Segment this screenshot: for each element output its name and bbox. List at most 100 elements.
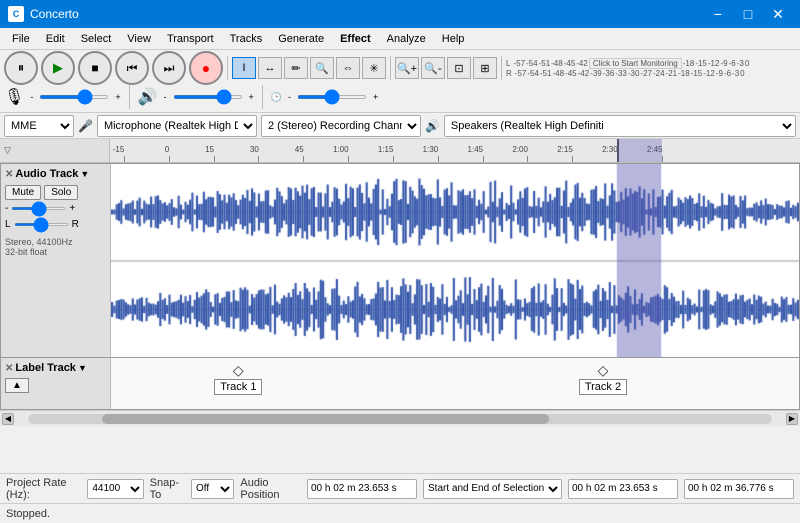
tool-timeshift[interactable]: ⇔ <box>336 57 360 79</box>
pan-r-label: R <box>72 219 79 230</box>
speed-minus: - <box>288 92 291 102</box>
monitoring-panel: L -57-54-51-48-45-42 Click to Start Moni… <box>506 58 796 78</box>
playback-plus: + <box>249 92 254 102</box>
label-track-title: Label Track <box>15 362 76 374</box>
selection-start-input[interactable] <box>568 479 678 499</box>
menu-effect[interactable]: Effect <box>332 31 379 47</box>
mic-device-icon: 🎤 <box>78 119 93 133</box>
audio-track: ✕ Audio Track ▼ Mute Solo - + L R <box>0 163 800 358</box>
record-button[interactable]: ● <box>189 51 223 85</box>
menu-analyze[interactable]: Analyze <box>379 31 434 47</box>
scroll-left-arrow[interactable]: ◀ <box>2 413 14 425</box>
menu-file[interactable]: File <box>4 31 38 47</box>
track-pan-slider[interactable] <box>14 223 69 226</box>
label-marker[interactable]: ◇ Track 2 <box>579 362 627 395</box>
ruler-tick: 0 <box>169 156 170 162</box>
ruler-tick: 1:30 <box>438 156 439 162</box>
play-button[interactable]: ▶ <box>41 51 75 85</box>
selection-type-select[interactable]: Start and End of Selection <box>423 479 562 499</box>
audio-position-input[interactable] <box>307 479 417 499</box>
speaker-device-select[interactable]: Speakers (Realtek High Definiti <box>444 115 796 137</box>
monitor-marker: L <box>506 59 510 68</box>
menu-transport[interactable]: Transport <box>159 31 222 47</box>
label-marker[interactable]: ◇ Track 1 <box>214 362 262 395</box>
label-track-content[interactable]: ◇ Track 1 ◇ Track 2 <box>111 358 799 409</box>
mic-icon: 🎙 <box>4 87 24 107</box>
menu-generate[interactable]: Generate <box>270 31 332 47</box>
input-gain-slider[interactable] <box>39 95 109 99</box>
menu-view[interactable]: View <box>119 31 159 47</box>
menu-bar: File Edit Select View Transport Tracks G… <box>0 28 800 50</box>
monitor-marker-r: R <box>506 69 512 78</box>
tool-zoom[interactable]: 🔍 <box>310 57 334 79</box>
speed-slider[interactable] <box>297 95 367 99</box>
pan-l-label: L <box>5 219 11 230</box>
ruler-tick: 1:45 <box>483 156 484 162</box>
tool-select[interactable]: I <box>232 57 256 79</box>
label-pin[interactable]: ◇ <box>233 362 244 379</box>
scroll-thumb[interactable] <box>102 414 548 424</box>
maximize-button[interactable]: □ <box>734 0 762 28</box>
ruler-tick: -15 <box>124 156 125 162</box>
track-gain-slider[interactable] <box>11 207 66 210</box>
close-button[interactable]: ✕ <box>764 0 792 28</box>
channels-select[interactable]: 2 (Stereo) Recording Channels <box>261 115 421 137</box>
device-bar: MME 🎤 Microphone (Realtek High Defini 2 … <box>0 113 800 139</box>
api-select[interactable]: MME <box>4 115 74 137</box>
stop-button[interactable]: ■ <box>78 51 112 85</box>
scroll-right-arrow[interactable]: ▶ <box>786 413 798 425</box>
menu-help[interactable]: Help <box>434 31 473 47</box>
speed-plus: + <box>373 92 378 102</box>
label-track-close[interactable]: ✕ <box>5 363 13 374</box>
tool-multi[interactable]: ✳ <box>362 57 386 79</box>
mic-device-select[interactable]: Microphone (Realtek High Defini <box>97 115 257 137</box>
label-track: ✕ Label Track ▼ ▲ ◇ Track 1 ◇ Track 2 <box>0 358 800 410</box>
menu-tracks[interactable]: Tracks <box>222 31 271 47</box>
audio-track-dropdown[interactable]: ▼ <box>80 169 89 179</box>
toolbar-sep-3 <box>501 56 502 80</box>
audio-track-title: Audio Track <box>15 168 78 180</box>
pause-button[interactable]: ⏸ <box>4 51 38 85</box>
menu-select[interactable]: Select <box>73 31 120 47</box>
label-up-button[interactable]: ▲ <box>5 378 29 393</box>
minimize-button[interactable]: − <box>704 0 732 28</box>
waveform-canvas <box>111 164 799 357</box>
start-monitoring-button: Click to Start Monitoring <box>589 58 682 69</box>
main-area: ✕ Audio Track ▼ Mute Solo - + L R <box>0 163 800 473</box>
label-pin[interactable]: ◇ <box>598 362 609 379</box>
zoom-out-button[interactable]: 🔍- <box>421 57 445 79</box>
tool-envelope[interactable]: ↔ <box>258 57 282 79</box>
transport-group: ⏸ ▶ ■ ⏮ ⏭ ● <box>4 51 223 85</box>
playback-gain-slider[interactable] <box>173 95 243 99</box>
ruler-tick: 2:15 <box>572 156 573 162</box>
speaker-device-icon: 🔊 <box>425 119 440 133</box>
audio-track-close[interactable]: ✕ <box>5 169 13 180</box>
waveform-area[interactable] <box>111 164 799 357</box>
gain-minus-label: - <box>5 203 8 214</box>
audio-position-label: Audio Position <box>240 477 301 501</box>
menu-edit[interactable]: Edit <box>38 31 73 47</box>
ruler-tick: 45 <box>303 156 304 162</box>
zoom-sel-button[interactable]: ⊞ <box>473 57 497 79</box>
mute-button[interactable]: Mute <box>5 185 41 200</box>
speed-label: 🕒 <box>271 92 282 103</box>
label-track-dropdown[interactable]: ▼ <box>78 363 87 373</box>
ruler-header: ▽ <box>0 139 110 162</box>
zoom-in-button[interactable]: 🔍+ <box>395 57 419 79</box>
skip-fwd-button[interactable]: ⏭ <box>152 51 186 85</box>
solo-button[interactable]: Solo <box>44 185 78 200</box>
toolbar-area: ⏸ ▶ ■ ⏮ ⏭ ● I ↔ ✏ 🔍 ⇔ ✳ 🔍+ 🔍- ⊡ ⊞ L -57-… <box>0 50 800 113</box>
tool-draw[interactable]: ✏ <box>284 57 308 79</box>
snap-to-label: Snap-To <box>150 477 185 501</box>
label-text: Track 1 <box>214 379 262 395</box>
app-icon: C <box>8 6 24 22</box>
zoom-fit-button[interactable]: ⊡ <box>447 57 471 79</box>
skip-back-button[interactable]: ⏮ <box>115 51 149 85</box>
status-bar: Project Rate (Hz): 44100 Snap-To Off Aud… <box>0 473 800 503</box>
project-rate-select[interactable]: 44100 <box>87 479 143 499</box>
bottom-bar: Stopped. <box>0 503 800 523</box>
ruler-arrow: ▽ <box>4 145 11 156</box>
snap-to-select[interactable]: Off <box>191 479 234 499</box>
window-title: Concerto <box>30 7 79 21</box>
selection-end-input[interactable] <box>684 479 794 499</box>
